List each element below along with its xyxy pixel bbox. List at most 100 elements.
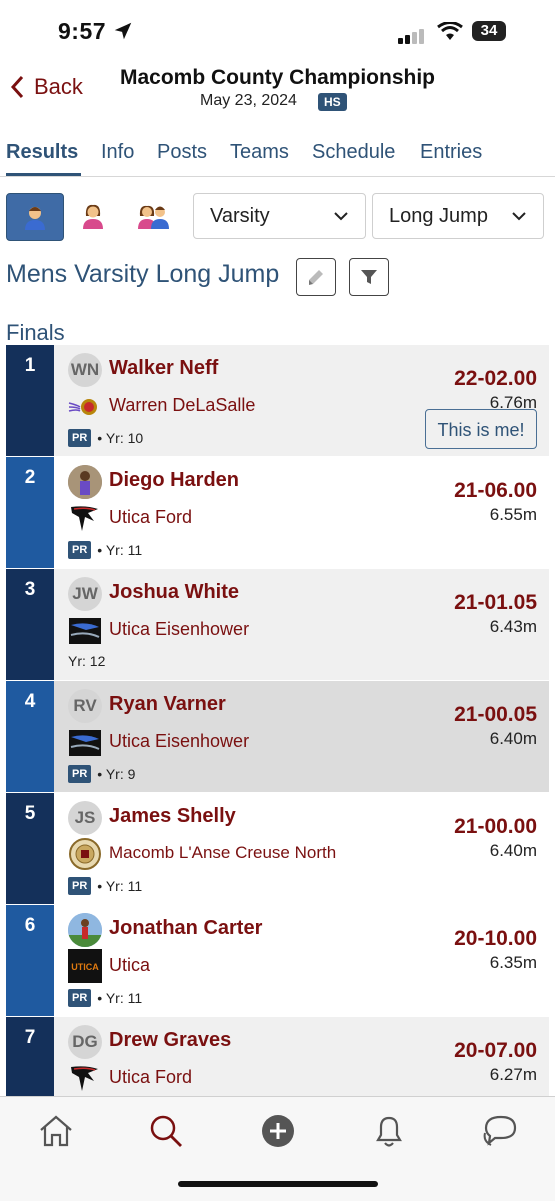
filter-icon (361, 270, 377, 284)
mark-metric: 6.35m (489, 953, 537, 972)
team-name[interactable]: Utica Eisenhower (109, 619, 249, 640)
mark-metric: 6.27m (489, 1065, 537, 1084)
athlete-name[interactable]: Ryan Varner (109, 693, 226, 716)
athlete-name[interactable]: Walker Neff (109, 357, 218, 380)
athlete-meta: PR • Yr: 11 (68, 877, 142, 895)
utica-logo-text: UTICA (71, 962, 99, 972)
tab-posts[interactable]: Posts (157, 141, 207, 164)
edit-button[interactable] (296, 258, 336, 296)
pr-badge: PR (68, 765, 92, 783)
rank-number: 4 (24, 691, 36, 712)
rank-number: 3 (24, 579, 36, 600)
athlete-name[interactable]: Jonathan Carter (109, 917, 262, 940)
womens-filter-button[interactable] (65, 193, 121, 239)
falcon-logo (71, 506, 98, 531)
lanse-creuse-north-seal-logo (69, 838, 101, 870)
highlighter-icon (309, 270, 323, 285)
avatar-photo (68, 913, 102, 947)
athlete-name[interactable]: James Shelly (109, 805, 236, 828)
home-indicator (178, 1181, 378, 1187)
male-person-icon (25, 207, 45, 230)
tab-teams[interactable]: Teams (230, 141, 289, 164)
athlete-photo (68, 913, 102, 947)
avatar: DG (68, 1025, 102, 1059)
athlete-year: • Yr: 10 (97, 430, 144, 446)
athlete-meta: Yr: 12 (68, 653, 105, 669)
female-person-icon (83, 204, 103, 229)
pr-badge: PR (68, 877, 92, 895)
athlete-name[interactable]: Diego Harden (109, 469, 239, 492)
eisenhower-logo (69, 618, 101, 644)
cell-signal-icon (398, 26, 426, 44)
avatar-photo (68, 465, 102, 499)
level-select[interactable]: Varsity (193, 193, 366, 239)
result-row[interactable]: 5 JS James Shelly Macomb L'Anse Creuse N… (6, 793, 549, 904)
home-tab[interactable] (36, 1111, 76, 1151)
team-name[interactable]: Utica Eisenhower (109, 731, 249, 752)
result-row[interactable]: 4 RV Ryan Varner Utica Eisenhower PR • Y… (6, 681, 549, 792)
rank-number: 1 (24, 355, 36, 376)
battery-icon: 34 (472, 21, 512, 43)
home-icon (40, 1115, 72, 1147)
mark-imperial: 21-00.00 (454, 815, 537, 838)
eisenhower-logo (69, 730, 101, 756)
rank-number: 7 (24, 1027, 36, 1048)
search-tab[interactable] (146, 1111, 186, 1151)
mark-metric: 6.55m (489, 505, 537, 524)
event-select-value: Long Jump (389, 204, 488, 227)
wifi-icon (437, 22, 463, 40)
team-name[interactable]: Warren DeLaSalle (109, 395, 255, 416)
team-name[interactable]: Utica Ford (109, 507, 192, 528)
result-row[interactable]: 1 WN Walker Neff Warren DeLaSalle PR • Y… (6, 345, 549, 456)
level-select-value: Varsity (210, 204, 270, 227)
athlete-year: • Yr: 11 (97, 990, 143, 1006)
athlete-name[interactable]: Drew Graves (109, 1029, 231, 1052)
chevron-down-icon (334, 212, 348, 221)
mens-filter-button[interactable] (6, 193, 64, 241)
rank-number: 6 (24, 915, 36, 936)
active-tab-indicator (6, 173, 81, 176)
mark-imperial: 21-06.00 (454, 479, 537, 502)
athlete-year: • Yr: 11 (97, 542, 143, 558)
status-time: 9:57 (58, 18, 107, 44)
team-name[interactable]: Utica Ford (109, 1067, 192, 1088)
tab-entries[interactable]: Entries (420, 141, 482, 164)
event-select[interactable]: Long Jump (372, 193, 544, 239)
team-name[interactable]: Macomb L'Anse Creuse North (109, 843, 336, 863)
result-row[interactable]: 3 JW Joshua White Utica Eisenhower Yr: 1… (6, 569, 549, 680)
athlete-meta: PR • Yr: 9 (68, 765, 135, 783)
rank-number: 2 (24, 467, 36, 488)
athlete-meta: PR • Yr: 11 (68, 989, 142, 1007)
section-title: Finals (6, 320, 65, 345)
pr-badge: PR (68, 541, 92, 559)
warren-delasalle-logo (68, 399, 97, 415)
athlete-name[interactable]: Joshua White (109, 581, 239, 604)
notifications-tab[interactable] (369, 1111, 409, 1151)
athlete-meta: PR • Yr: 11 (68, 541, 142, 559)
messages-tab[interactable] (480, 1111, 520, 1151)
result-row[interactable]: 6 Jonathan Carter UTICA Utica PR • Yr: 1… (6, 905, 549, 1016)
athlete-year: Yr: 12 (68, 653, 106, 669)
all-genders-filter-button[interactable] (126, 193, 182, 239)
team-name[interactable]: Utica (109, 955, 150, 976)
mark-imperial: 21-00.05 (454, 703, 537, 726)
battery-level: 34 (472, 21, 506, 41)
search-icon (150, 1115, 182, 1147)
bell-icon (376, 1116, 402, 1147)
chevron-down-icon (512, 212, 526, 221)
tab-schedule[interactable]: Schedule (312, 141, 395, 164)
filter-button[interactable] (349, 258, 389, 296)
plus-circle-icon (262, 1115, 294, 1147)
page-title: Macomb County Championship (120, 66, 435, 89)
add-tab[interactable] (258, 1111, 298, 1151)
athlete-year: • Yr: 9 (97, 766, 136, 782)
avatar: JW (68, 577, 102, 611)
location-arrow-icon (114, 22, 132, 40)
tab-info[interactable]: Info (101, 141, 134, 164)
result-row[interactable]: 2 Diego Harden Utica Ford PR • Yr: 11 21… (6, 457, 549, 568)
tab-results[interactable]: Results (6, 141, 78, 164)
avatar: WN (68, 353, 102, 387)
pr-badge: PR (68, 989, 92, 1007)
this-is-me-button[interactable]: This is me! (425, 409, 537, 449)
mark-metric: 6.40m (489, 729, 537, 748)
